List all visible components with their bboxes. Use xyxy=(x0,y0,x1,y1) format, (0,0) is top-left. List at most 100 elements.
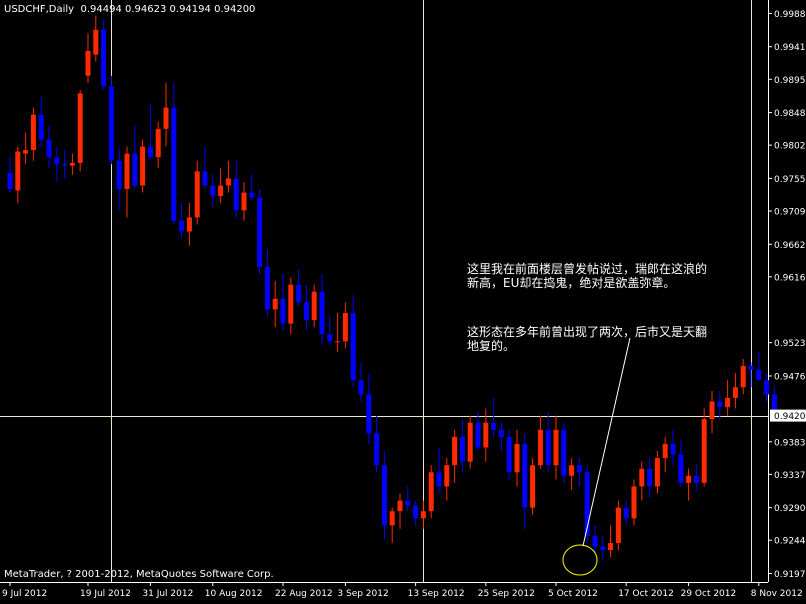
candle-body xyxy=(46,139,52,158)
y-tick-label: 0.97550 xyxy=(774,175,806,185)
candle-body xyxy=(296,284,302,303)
candle-body xyxy=(249,192,255,198)
candle xyxy=(140,139,146,193)
candle-body xyxy=(264,266,270,310)
y-tick-label: 0.98020 xyxy=(774,142,806,152)
candle xyxy=(701,408,707,487)
candle-body xyxy=(623,507,629,519)
candle-body xyxy=(545,429,551,466)
candle-body xyxy=(576,465,582,473)
candle-body xyxy=(475,422,481,448)
candle-body xyxy=(608,543,614,551)
y-tick-label: 0.96620 xyxy=(774,241,806,251)
x-tick-label: 29 Oct 2012 xyxy=(681,589,737,599)
candle-body xyxy=(756,369,762,381)
candle-body xyxy=(93,29,99,55)
candle-body xyxy=(108,86,114,161)
candle-body xyxy=(428,472,434,512)
y-tick-label: 0.99880 xyxy=(774,10,806,20)
candle-body xyxy=(374,433,380,466)
candle-body xyxy=(155,128,161,158)
candle-body xyxy=(748,366,754,370)
candle-body xyxy=(163,107,169,129)
candle-body xyxy=(225,178,231,186)
candle-body xyxy=(124,153,130,190)
candle xyxy=(584,465,590,544)
candle xyxy=(108,75,114,165)
candle xyxy=(428,465,434,519)
x-tick-label: 9 Jul 2012 xyxy=(2,589,47,599)
candle-body xyxy=(678,454,684,483)
candle-body xyxy=(272,298,278,310)
candle-body xyxy=(257,197,263,267)
candle-body xyxy=(631,486,637,519)
candle-body xyxy=(693,475,699,483)
candle-body xyxy=(233,178,239,211)
candle-body xyxy=(30,114,36,151)
candle-body xyxy=(179,220,185,232)
candle-body xyxy=(483,422,489,448)
candle xyxy=(77,89,83,172)
candle-body xyxy=(171,107,177,221)
candle-body xyxy=(62,164,68,166)
candle-body xyxy=(420,511,426,519)
candle-body xyxy=(717,401,723,408)
y-tick-label: 0.92900 xyxy=(774,504,806,514)
y-tick-label: 0.95230 xyxy=(774,339,806,349)
candle-body xyxy=(85,50,91,76)
candle-body xyxy=(764,380,770,395)
y-tick-label: 0.98950 xyxy=(774,76,806,86)
candle-body xyxy=(15,151,21,191)
candle xyxy=(467,415,473,469)
y-tick-label: 0.96160 xyxy=(774,273,806,283)
candle-body xyxy=(358,380,364,395)
candle-body xyxy=(514,443,520,473)
x-tick-label: 13 Sep 2012 xyxy=(408,589,465,599)
candle-body xyxy=(280,298,286,324)
candle-body xyxy=(561,429,567,476)
candle-body xyxy=(241,192,247,211)
candle-body xyxy=(38,114,44,140)
candle-body xyxy=(140,146,146,186)
candle-body xyxy=(709,401,715,420)
candle-body xyxy=(397,500,403,512)
candle-body xyxy=(436,472,442,487)
candle xyxy=(530,458,536,515)
x-tick-label: 31 Jul 2012 xyxy=(142,589,193,599)
y-tick-label: 0.97090 xyxy=(774,207,806,217)
candle-body xyxy=(654,458,660,487)
candle-body xyxy=(530,465,536,508)
candle-body xyxy=(467,422,473,462)
candle-body xyxy=(553,429,559,466)
candle-body xyxy=(366,394,372,434)
candle-body xyxy=(506,436,512,473)
x-tick-label: 17 Oct 2012 xyxy=(618,589,674,599)
candle-body xyxy=(592,535,598,547)
candle-body xyxy=(342,312,348,342)
candle xyxy=(506,429,512,480)
x-tick-label: 3 Sep 2012 xyxy=(337,589,388,599)
candle-body xyxy=(202,171,208,186)
candle-body xyxy=(569,465,575,476)
y-tick-label: 0.93830 xyxy=(774,438,806,448)
candle-body xyxy=(101,29,107,87)
candle-body xyxy=(381,465,387,526)
candle-body xyxy=(600,546,606,551)
x-tick-label: 25 Sep 2012 xyxy=(478,589,535,599)
candle-body xyxy=(498,429,504,437)
candle-body xyxy=(132,153,138,186)
candle-body xyxy=(350,312,356,381)
candle-body xyxy=(732,387,738,398)
candle-body xyxy=(701,419,707,483)
chart-root: 0.99880 0.99410 0.98950 0.98480 0.98020 0.975… xyxy=(0,0,806,600)
candle-body xyxy=(522,443,528,508)
candle-body xyxy=(459,436,465,462)
y-tick-label: 0.94760 xyxy=(774,372,806,382)
candle-body xyxy=(147,146,153,158)
annotation-note-2: 这形态在多年前曾出现了两次，后市又是天翻地复的。 xyxy=(467,325,708,353)
symbol-label: USDCHF,Daily xyxy=(4,4,75,15)
candle-body xyxy=(319,291,325,335)
y-tick-label: 0.92440 xyxy=(774,537,806,547)
current-price-label: 0.94200 xyxy=(774,412,806,422)
candle-body xyxy=(639,468,645,487)
